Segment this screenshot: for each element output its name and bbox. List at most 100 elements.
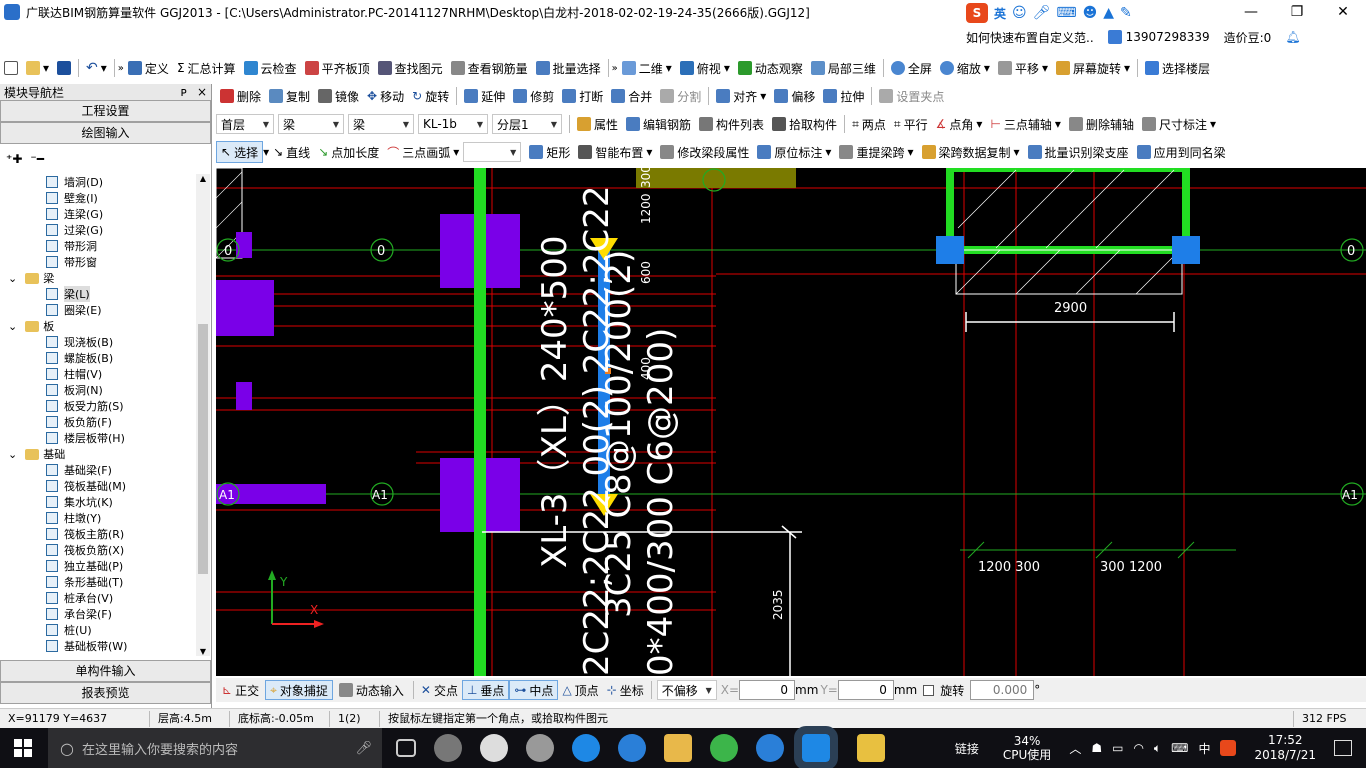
tool-smart-place[interactable]: 智能布置 ▾ — [574, 141, 656, 163]
notification-icon[interactable] — [1334, 740, 1352, 756]
tree-scrollbar[interactable]: ▲ ▼ — [196, 174, 210, 656]
tool-align[interactable]: 对齐 ▾ — [712, 85, 770, 107]
expand-all-icon[interactable]: ⁺✚ — [6, 152, 22, 166]
wifi-icon[interactable]: ◠ — [1133, 741, 1143, 755]
close-button[interactable]: ✕ — [1320, 0, 1366, 24]
tool-stretch[interactable]: 拉伸 — [819, 85, 868, 107]
tree-item[interactable]: 独立基础(P) — [0, 558, 196, 574]
chevron-up-icon[interactable]: ︿ — [1069, 740, 1081, 757]
rotate-input[interactable]: 0.000 — [970, 680, 1035, 700]
arc-mode-select[interactable]: ▼ — [463, 142, 522, 162]
undo-icon[interactable]: ↶ ▾ — [82, 57, 111, 79]
tool-delete-axis[interactable]: 删除辅轴 — [1065, 113, 1138, 135]
snap-intersection[interactable]: ✕ 交点 — [417, 682, 462, 699]
ime-lang[interactable]: 英 — [994, 5, 1006, 22]
tree-item[interactable]: 板洞(N) — [0, 382, 196, 398]
task-view-icon[interactable] — [396, 739, 416, 757]
tree-folder[interactable]: ⌄ 板 — [0, 318, 196, 334]
glodon-g-icon[interactable] — [756, 734, 784, 762]
tool-mirror[interactable]: 镜像 — [314, 85, 363, 107]
pin-icon[interactable]: ᴘ — [181, 85, 187, 99]
ime-toolbar[interactable]: S 英 ☺ 🎤︎ ⌨ ☻ ▲ ✎ — [966, 2, 1132, 24]
skin-icon[interactable]: ▲ — [1103, 5, 1114, 21]
chevron-down-icon[interactable]: ⌄ — [8, 272, 17, 285]
sogou-tray-icon[interactable] — [1220, 740, 1237, 756]
hint-link[interactable]: 如何快速布置自定义范.. — [966, 29, 1094, 46]
notes-app-icon[interactable] — [857, 734, 885, 762]
microphone-icon[interactable]: 🎤︎ — [355, 741, 372, 756]
tool-copy-span-data[interactable]: 梁跨数据复制 ▾ — [918, 141, 1024, 163]
snap-midpoint[interactable]: ⊶ 中点 — [509, 680, 559, 700]
layer-select[interactable]: 分层1 ▼ — [492, 114, 562, 134]
tool-modify-span[interactable]: 修改梁段属性 — [656, 141, 753, 163]
tool-select[interactable]: ↖ 选择 — [216, 141, 264, 163]
tree-item[interactable]: 现浇板(B) — [0, 334, 196, 350]
tree-item[interactable]: 柱墩(Y) — [0, 510, 196, 526]
bell-icon[interactable]: 🔔︎ — [1285, 30, 1300, 44]
tool-component-list[interactable]: 构件列表 — [695, 113, 768, 135]
user-icon[interactable]: ☻ — [1083, 5, 1098, 21]
minimize-button[interactable]: — — [1228, 0, 1274, 24]
rotate-checkbox[interactable] — [923, 684, 935, 696]
new-file-icon[interactable] — [0, 57, 22, 79]
toolbar-find[interactable]: 查找图元 — [374, 57, 447, 79]
emoji-icon[interactable]: ☺ — [1012, 5, 1027, 21]
taskbar-search[interactable]: ○ 在这里输入你要搜索的内容 🎤︎ — [48, 728, 382, 768]
snap-coordinate[interactable]: ⊹ 坐标 — [603, 682, 648, 699]
ie-edge-icon[interactable] — [480, 734, 508, 762]
toolbar-view-rebar[interactable]: 查看钢筋量 — [447, 57, 532, 79]
input-lang[interactable]: 中 — [1198, 740, 1210, 757]
tool-move[interactable]: ✥ 移动 — [363, 85, 408, 107]
tool-apply-same-name[interactable]: 应用到同名梁 — [1133, 141, 1230, 163]
save-icon[interactable] — [53, 57, 75, 79]
collapse-all-icon[interactable]: ⁻━ — [30, 152, 44, 166]
tool-break[interactable]: 打断 — [558, 85, 607, 107]
toolbar-cloud-check[interactable]: 云检查 — [240, 57, 301, 79]
tree-item[interactable]: 桩承台(V) — [0, 590, 196, 606]
toolbar-local-3d[interactable]: 局部三维 — [807, 57, 880, 79]
toolbar-batch-select[interactable]: 批量选择 — [532, 57, 605, 79]
toolbar-select-floor[interactable]: 选择楼层 — [1141, 57, 1214, 79]
tree-item[interactable]: 筏板负筋(X) — [0, 542, 196, 558]
tree-item[interactable]: 基础梁(F) — [0, 462, 196, 478]
snap-vertex[interactable]: △ 顶点 — [558, 682, 602, 699]
tree-item[interactable]: 螺旋板(B) — [0, 350, 196, 366]
tool-three-point-axis[interactable]: ⊢ 三点辅轴 ▾ — [986, 113, 1065, 135]
tree-item[interactable]: 梁(L) — [0, 286, 196, 302]
links-toolbar[interactable]: 链接 — [955, 740, 979, 757]
tool-two-points[interactable]: ⌗ 两点 — [848, 113, 890, 135]
tool-three-point-arc[interactable]: ⌒ 三点画弧 ▾ — [383, 141, 463, 163]
tool-extend[interactable]: 延伸 — [460, 85, 509, 107]
toolbar-zoom[interactable]: 缩放 ▾ — [936, 57, 994, 79]
panel-close-icon[interactable]: × — [197, 85, 207, 99]
tree-item[interactable]: 承台梁(F) — [0, 606, 196, 622]
volume-icon[interactable]: 🔈︎ — [1154, 741, 1161, 756]
tool-offset[interactable]: 偏移 — [770, 85, 819, 107]
tool-grip[interactable]: 设置夹点 — [875, 85, 948, 107]
tree-scroll-thumb[interactable] — [198, 324, 208, 574]
tree-item[interactable]: 柱帽(V) — [0, 366, 196, 382]
toolbar-orbit[interactable]: 动态观察 — [734, 57, 807, 79]
tree-item[interactable]: 桩(U) — [0, 622, 196, 638]
tree-item[interactable]: 圈梁(E) — [0, 302, 196, 318]
tree-item[interactable]: 楼层板带(H) — [0, 430, 196, 446]
toolbar-align-slab[interactable]: 平齐板顶 — [301, 57, 374, 79]
tool-rotate[interactable]: ↻ 旋转 — [408, 85, 453, 107]
object-snap-toggle[interactable]: ⌖ 对象捕捉 — [265, 680, 333, 700]
tree-item[interactable]: 连梁(G) — [0, 206, 196, 222]
project-settings-button[interactable]: 工程设置 — [0, 100, 211, 122]
tool-trim[interactable]: 修剪 — [509, 85, 558, 107]
tree-item[interactable]: 带形洞 — [0, 238, 196, 254]
tool-pick-component[interactable]: 拾取构件 — [768, 113, 841, 135]
tool-copy[interactable]: 复制 — [265, 85, 314, 107]
tree-item[interactable]: 板受力筋(S) — [0, 398, 196, 414]
tool-line[interactable]: ↘ 直线 — [269, 141, 314, 163]
drawing-canvas[interactable]: 2900 2035 1200 300 300 1200 1200 300 600… — [216, 168, 1366, 676]
spiral-app-icon[interactable] — [526, 734, 554, 762]
internet-explorer-icon[interactable] — [618, 734, 646, 762]
tool-merge[interactable]: 合并 — [607, 85, 656, 107]
tree-item[interactable]: 壁龛(I) — [0, 190, 196, 206]
tree-item[interactable]: 板负筋(F) — [0, 414, 196, 430]
tree-item[interactable]: 过梁(G) — [0, 222, 196, 238]
category-select[interactable]: 梁 ▼ — [278, 114, 344, 134]
